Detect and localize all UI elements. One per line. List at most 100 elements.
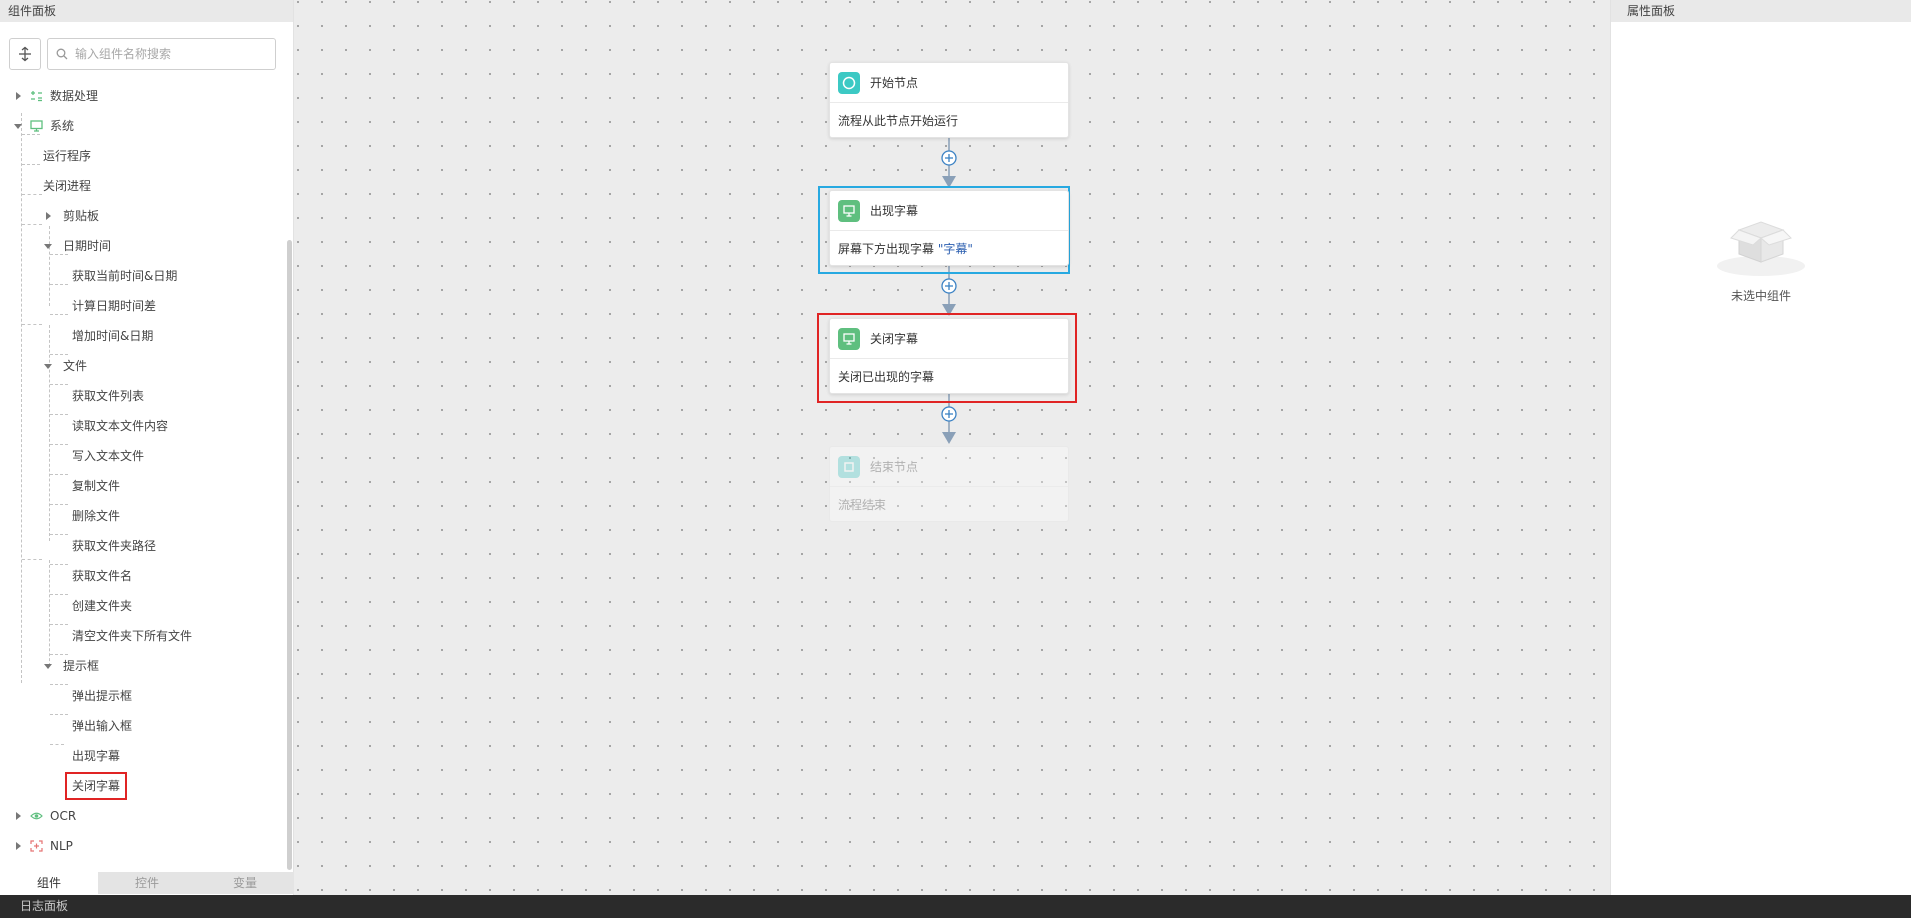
flow-node-show-subtitle[interactable]: 出现字幕 屏幕下方出现字幕 "字幕" <box>829 190 1069 266</box>
tree-item-popup-message[interactable]: 弹出提示框 <box>72 685 132 707</box>
empty-box-icon <box>1717 221 1805 276</box>
node-header: 结束节点 <box>830 447 1068 487</box>
tree-category-label: 系统 <box>50 119 75 133</box>
tree-guide-line <box>50 624 68 625</box>
add-step-button[interactable] <box>941 150 957 166</box>
tree-category-label: OCR <box>50 809 77 823</box>
search-icon <box>56 48 68 60</box>
tree-item-popup-input[interactable]: 弹出输入框 <box>72 715 132 737</box>
tree-item-write-text-file[interactable]: 写入文本文件 <box>72 445 144 467</box>
add-step-button[interactable] <box>941 278 957 294</box>
tree-category-label: 数据处理 <box>50 90 99 103</box>
tree-guide-line <box>50 534 68 535</box>
node-header: 开始节点 <box>830 63 1068 103</box>
tree-item-show-subtitle[interactable]: 出现字幕 <box>72 745 120 767</box>
properties-panel: 属性面板 未选中组件 <box>1610 0 1911 895</box>
node-description: 屏幕下方出现字幕 "字幕" <box>838 231 973 267</box>
tree-guide-line <box>22 194 42 195</box>
tree-item-close-process[interactable]: 关闭进程 <box>43 175 91 197</box>
component-panel: 组件面板 输入组件名称搜索 数据处理 系统 运行程序 关闭进程 剪贴板 日期时间… <box>0 0 294 895</box>
tree-item-create-folder[interactable]: 创建文件夹 <box>72 595 132 617</box>
search-input[interactable] <box>75 40 271 68</box>
start-circle-icon <box>838 72 860 94</box>
tree-guide-line <box>22 164 40 165</box>
panel-tabs: 组件 控件 变量 <box>0 872 294 894</box>
tree-folder-label: 文件 <box>63 359 88 373</box>
tab-variables[interactable]: 变量 <box>196 872 294 894</box>
chevron-right-icon <box>16 842 21 850</box>
chevron-right-icon <box>16 812 21 820</box>
nlp-icon <box>30 840 43 852</box>
tree-item-calc-date-diff[interactable]: 计算日期时间差 <box>72 295 156 317</box>
tree-item-clear-folder[interactable]: 清空文件夹下所有文件 <box>72 625 192 647</box>
tree-category-ocr[interactable]: OCR <box>0 805 200 827</box>
chevron-right-icon <box>16 92 21 100</box>
tree-item-add-datetime[interactable]: 增加时间&日期 <box>72 325 153 347</box>
tree-item-copy-file[interactable]: 复制文件 <box>72 475 120 497</box>
node-description: 关闭已出现的字幕 <box>838 370 935 384</box>
search-box[interactable] <box>47 38 276 70</box>
empty-state-text: 未选中组件 <box>1730 289 1791 303</box>
chevron-right-icon <box>46 212 51 220</box>
tree-guide-line <box>22 559 42 560</box>
flow-node-close-subtitle[interactable]: 关闭字幕 关闭已出现的字幕 <box>829 318 1069 394</box>
tree-folder-label: 提示框 <box>63 659 100 673</box>
tree-scrollbar[interactable] <box>287 240 292 870</box>
tab-components[interactable]: 组件 <box>0 872 98 894</box>
tree-guide-line <box>50 284 68 285</box>
monitor-icon <box>838 328 860 350</box>
log-panel[interactable]: 日志面板 <box>0 895 1911 918</box>
chevron-down-icon <box>44 364 52 369</box>
data-processing-icon <box>31 91 42 102</box>
component-panel-title: 组件面板 <box>0 0 293 22</box>
tree-folder-file[interactable]: 文件 <box>44 355 184 377</box>
tree-guide-line <box>50 564 68 565</box>
chevron-down-icon <box>44 244 52 249</box>
flow-node-end[interactable]: 结束节点 流程结束 <box>829 446 1069 522</box>
tree-item-get-file-list[interactable]: 获取文件列表 <box>72 385 144 407</box>
tree-folder-dialog[interactable]: 提示框 <box>44 655 184 677</box>
tab-controls[interactable]: 控件 <box>98 872 196 894</box>
tree-item-close-subtitle[interactable]: 关闭字幕 <box>64 772 128 800</box>
properties-panel-title: 属性面板 <box>1611 0 1911 22</box>
tree-item-run-program[interactable]: 运行程序 <box>43 145 91 167</box>
empty-state: 未选中组件 <box>1611 212 1911 304</box>
add-step-button[interactable] <box>941 406 957 422</box>
tree-item-delete-file[interactable]: 删除文件 <box>72 505 120 527</box>
node-title: 关闭字幕 <box>870 332 919 346</box>
tree-category-nlp[interactable]: NLP <box>0 835 200 857</box>
tree-guide-line <box>22 324 42 325</box>
app-window: 组件面板 输入组件名称搜索 数据处理 系统 运行程序 关闭进程 剪贴板 日期时间… <box>0 0 1911 918</box>
node-description-text: 屏幕下方出现字幕 <box>838 242 938 256</box>
expand-collapse-icon <box>19 46 31 62</box>
tree-item-get-file-name[interactable]: 获取文件名 <box>72 565 132 587</box>
tree-guide-line <box>50 314 68 315</box>
tree-guide-line <box>50 504 68 505</box>
chevron-down-icon <box>44 664 52 669</box>
tree-item-get-folder-path[interactable]: 获取文件夹路径 <box>72 535 156 557</box>
tree-category-system[interactable]: 系统 <box>0 115 200 137</box>
flow-canvas[interactable]: 开始节点 流程从此节点开始运行 出现字幕 屏幕下方出现字幕 "字幕" 关闭字幕 <box>294 0 1608 895</box>
node-description: 流程从此节点开始运行 <box>838 114 959 128</box>
stop-square-icon <box>838 456 860 478</box>
tree-category-data-processing[interactable]: 数据处理 <box>0 90 200 107</box>
tree-guide-line <box>50 714 68 715</box>
tree-guide-line <box>22 224 42 225</box>
tree-guide-line <box>50 594 68 595</box>
tree-item-read-text-file[interactable]: 读取文本文件内容 <box>72 415 168 437</box>
tree-item-get-current-datetime[interactable]: 获取当前时间&日期 <box>72 265 177 287</box>
tree-guide-line <box>50 684 68 685</box>
node-header: 关闭字幕 <box>830 319 1068 359</box>
flow-node-start[interactable]: 开始节点 流程从此节点开始运行 <box>829 62 1069 138</box>
tree-guide-line <box>49 560 50 666</box>
tree-folder-datetime[interactable]: 日期时间 <box>44 235 184 257</box>
expand-collapse-button[interactable] <box>9 38 41 70</box>
log-panel-title: 日志面板 <box>20 899 69 913</box>
component-tree: 数据处理 系统 运行程序 关闭进程 剪贴板 日期时间 获取当前时间&日期 计算日… <box>0 90 284 870</box>
tree-folder-label: 剪贴板 <box>63 209 100 223</box>
node-title: 出现字幕 <box>870 204 919 218</box>
tree-folder-clipboard[interactable]: 剪贴板 <box>44 205 184 227</box>
chevron-down-icon <box>14 124 22 129</box>
eye-icon <box>30 812 43 820</box>
tree-guide-line <box>50 384 68 385</box>
